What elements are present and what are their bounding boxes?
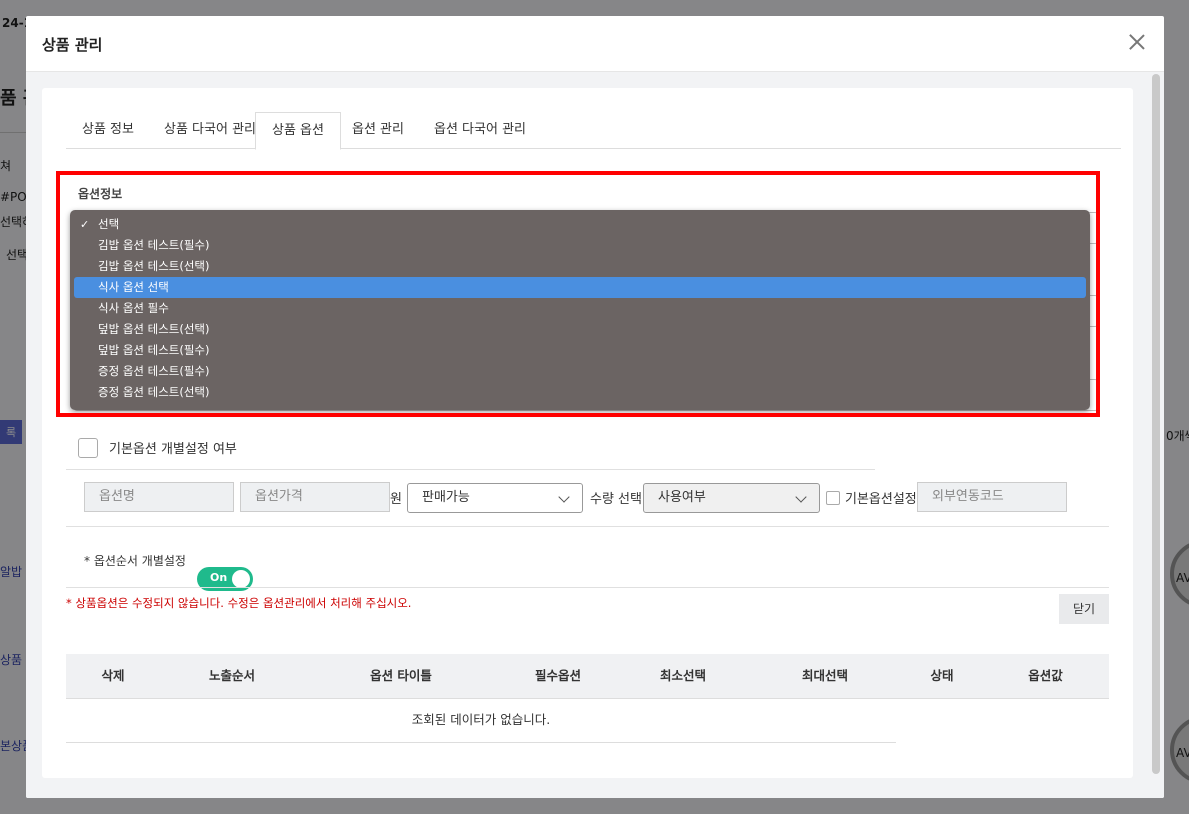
col-display-order: 노출순서 <box>208 668 255 683</box>
options-table-header: 삭제 노출순서 옵션 타이틀 필수옵션 최소선택 최대선택 상태 옵션값 <box>66 654 1109 699</box>
base-option-individual-checkbox[interactable] <box>78 438 98 458</box>
col-max-select: 최대선택 <box>801 668 848 683</box>
divider <box>66 587 1109 588</box>
option-order-setting-label: * 옵션순서 개별설정 <box>84 554 186 568</box>
warning-message: * 상품옵션은 수정되지 않습니다. 수정은 옵션관리에서 처리해 주십시오. <box>66 596 412 610</box>
tab-bar: 상품 정보 상품 다국어 관리 상품 옵션 옵션 관리 옵션 다국어 관리 <box>66 112 1121 150</box>
close-icon[interactable] <box>1126 31 1148 53</box>
external-code-input[interactable]: 외부연동코드 <box>917 482 1067 512</box>
col-required: 필수옵션 <box>534 668 581 683</box>
col-option-title: 옵션 타이틀 <box>370 668 432 683</box>
option-price-input[interactable]: 옵션가격 <box>240 482 390 512</box>
quantity-select-label: 수량 선택 <box>590 492 642 507</box>
col-option-value: 옵션값 <box>1028 668 1063 683</box>
toggle-knob <box>232 570 250 588</box>
tab-option-management[interactable]: 옵션 관리 <box>336 112 420 148</box>
chevron-down-icon <box>558 491 570 503</box>
modal-body: 상품 정보 상품 다국어 관리 상품 옵션 옵션 관리 옵션 다국어 관리 옵션… <box>26 72 1164 798</box>
currency-label: 원 <box>390 492 402 507</box>
base-option-setting-label: 기본옵션설정 <box>845 492 917 507</box>
base-option-setting-checkbox[interactable] <box>826 491 840 505</box>
tab-product-multilang[interactable]: 상품 다국어 관리 <box>148 112 272 148</box>
tab-product-info[interactable]: 상품 정보 <box>66 112 150 148</box>
usage-select[interactable]: 사용여부 <box>643 483 820 513</box>
chevron-down-icon <box>795 491 807 503</box>
tab-option-multilang[interactable]: 옵션 다국어 관리 <box>418 112 542 148</box>
scrollbar[interactable] <box>1152 74 1160 774</box>
modal-title: 상품 관리 <box>42 36 103 54</box>
modal-header: 상품 관리 <box>26 16 1164 72</box>
base-option-individual-label: 기본옵션 개별설정 여부 <box>109 442 237 457</box>
highlight-annotation <box>56 171 1100 417</box>
content-card: 상품 정보 상품 다국어 관리 상품 옵션 옵션 관리 옵션 다국어 관리 옵션… <box>42 88 1133 778</box>
divider <box>66 469 875 470</box>
col-min-select: 최소선택 <box>659 668 706 683</box>
divider <box>66 526 1109 527</box>
product-management-modal: 상품 관리 상품 정보 상품 다국어 관리 상품 옵션 옵션 관리 옵션 다국어… <box>26 16 1164 798</box>
option-name-input[interactable]: 옵션명 <box>84 482 234 512</box>
sale-status-select[interactable]: 판매가능 <box>407 483 583 513</box>
empty-table-message: 조회된 데이터가 없습니다. <box>66 698 896 743</box>
col-status: 상태 <box>930 668 954 683</box>
tab-product-options[interactable]: 상품 옵션 <box>255 112 341 150</box>
col-delete: 삭제 <box>101 668 125 683</box>
close-button[interactable]: 닫기 <box>1059 594 1109 624</box>
